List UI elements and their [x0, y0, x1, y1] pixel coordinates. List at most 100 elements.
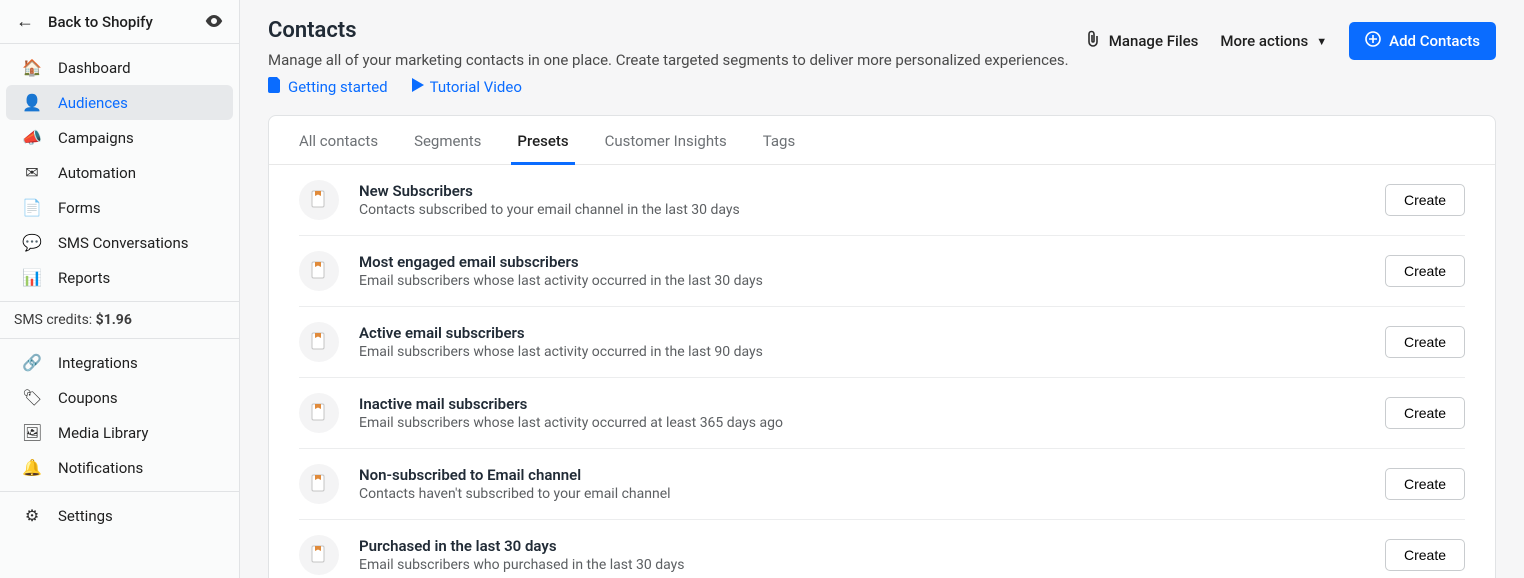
sidebar-item-label: SMS Conversations [58, 234, 188, 252]
preset-icon [299, 180, 339, 220]
preset-desc: Contacts subscribed to your email channe… [359, 202, 1365, 218]
preset-title: Purchased in the last 30 days [359, 537, 1365, 555]
tutorial-video-label: Tutorial Video [430, 78, 522, 96]
sidebar-item-coupons[interactable]: 🏷 Coupons [6, 380, 233, 415]
preset-text: Inactive mail subscribersEmail subscribe… [359, 395, 1365, 431]
tab-segments[interactable]: Segments [414, 116, 481, 164]
play-icon [412, 78, 424, 96]
preset-list: New Subscribers Contacts subscribed to yo… [269, 165, 1495, 578]
sms-credits: SMS credits: $1.96 [0, 301, 239, 339]
document-icon [268, 77, 282, 97]
getting-started-label: Getting started [288, 78, 388, 96]
media-library-icon: 🖼 [22, 423, 42, 442]
more-actions-label: More actions [1220, 32, 1308, 50]
getting-started-link[interactable]: Getting started [268, 77, 388, 97]
preset-desc: Email subscribers whose last activity oc… [359, 344, 1365, 360]
page-subtitle: Manage all of your marketing contacts in… [268, 51, 1069, 69]
preset-text: New Subscribers Contacts subscribed to yo… [359, 182, 1365, 218]
sidebar-item-label: Integrations [58, 354, 138, 372]
preset-row: New Subscribers Contacts subscribed to yo… [299, 165, 1465, 236]
preset-icon [299, 322, 339, 362]
sidebar-item-dashboard[interactable]: 🏠 Dashboard [6, 50, 233, 85]
sidebar-item-settings[interactable]: ⚙ Settings [6, 498, 233, 533]
chevron-down-icon: ▼ [1316, 35, 1327, 48]
sidebar: ← Back to Shopify 🏠 Dashboard 👤Audiences📣C… [0, 0, 240, 578]
main-content: Contacts Manage all of your marketing co… [240, 0, 1524, 578]
sidebar-item-label: Settings [58, 507, 113, 525]
attachment-icon [1085, 30, 1101, 52]
eye-icon [205, 12, 223, 31]
create-button[interactable]: Create [1385, 539, 1465, 571]
forms-icon: 📄 [22, 198, 42, 217]
manage-files-label: Manage Files [1109, 32, 1199, 50]
sidebar-item-label: Dashboard [58, 59, 131, 77]
more-actions-button[interactable]: More actions ▼ [1220, 32, 1327, 50]
preset-title: Active email subscribers [359, 324, 1365, 342]
preset-row: Purchased in the last 30 daysEmail subsc… [299, 520, 1465, 578]
add-contacts-button[interactable]: Add Contacts [1349, 22, 1496, 60]
settings-icon: ⚙ [22, 506, 42, 525]
sidebar-item-integrations[interactable]: 🔗 Integrations [6, 345, 233, 380]
add-contacts-label: Add Contacts [1389, 32, 1480, 50]
sidebar-item-label: Forms [58, 199, 101, 217]
preset-text: Active email subscribers Email subscriber… [359, 324, 1365, 360]
sidebar-item-forms[interactable]: 📄 Forms [6, 190, 233, 225]
preset-text: Non-subscribed to Email channelContacts … [359, 466, 1365, 502]
nav-primary: 🏠 Dashboard 👤Audiences📣Campaigns ✉ Automatio… [0, 44, 239, 301]
nav-secondary: 🔗 Integrations 🏷 Coupons 🖼 Media Library 🔔 Noti… [0, 339, 239, 492]
preset-title: Most engaged email subscribers [359, 253, 1365, 271]
back-to-shopify[interactable]: ← Back to Shopify [0, 0, 239, 44]
create-button[interactable]: Create [1385, 255, 1465, 287]
sidebar-item-label: Coupons [58, 389, 118, 407]
preset-icon [299, 535, 339, 575]
preset-row: Active email subscribers Email subscriber… [299, 307, 1465, 378]
preset-title: New Subscribers [359, 182, 1365, 200]
sidebar-item-media-library[interactable]: 🖼 Media Library [6, 415, 233, 450]
sidebar-item-label: Automation [58, 164, 136, 182]
arrow-left-icon: ← [16, 13, 34, 31]
contacts-panel: All contacts Segments Presets Customer Insi… [268, 115, 1496, 578]
preset-row: Most engaged email subscribersEmail subs… [299, 236, 1465, 307]
manage-files-button[interactable]: Manage Files [1085, 30, 1199, 52]
preset-row: Non-subscribed to Email channelContacts … [299, 449, 1465, 520]
sidebar-item-automation[interactable]: ✉ Automation [6, 155, 233, 190]
sidebar-item-notifications[interactable]: 🔔 Notifications [6, 450, 233, 485]
preset-row: Inactive mail subscribersEmail subscribe… [299, 378, 1465, 449]
create-button[interactable]: Create [1385, 468, 1465, 500]
coupons-icon: 🏷 [22, 388, 42, 407]
tab-tags[interactable]: Tags [763, 116, 795, 164]
preset-title: Non-subscribed to Email channel [359, 466, 1365, 484]
sidebar-item-label: Media Library [58, 424, 148, 442]
preset-desc: Email subscribers whose last activity oc… [359, 415, 1365, 431]
sidebar-item-label: Notifications [58, 459, 143, 477]
tab-presets[interactable]: Presets [517, 116, 568, 164]
notifications-icon: 🔔 [22, 458, 42, 477]
nav-bottom: ⚙ Settings [0, 492, 239, 539]
page-title: Contacts [268, 18, 1069, 43]
tutorial-video-link[interactable]: Tutorial Video [412, 77, 522, 97]
preset-icon [299, 393, 339, 433]
create-button[interactable]: Create [1385, 184, 1465, 216]
preset-text: Most engaged email subscribersEmail subs… [359, 253, 1365, 289]
sidebar-item-campaigns[interactable]: 📣Campaigns [6, 120, 233, 155]
tab-all-contacts[interactable]: All contacts [299, 116, 378, 164]
tabs: All contacts Segments Presets Customer Insi… [269, 116, 1495, 165]
automation-icon: ✉ [22, 163, 42, 182]
credits-value: $1.96 [92, 312, 132, 328]
create-button[interactable]: Create [1385, 326, 1465, 358]
reports-icon: 📊 [22, 268, 42, 287]
dashboard-icon: 🏠 [22, 58, 42, 77]
sidebar-item-reports[interactable]: 📊 Reports [6, 260, 233, 295]
sidebar-item-audiences[interactable]: 👤Audiences [6, 85, 233, 120]
preset-icon [299, 464, 339, 504]
integrations-icon: 🔗 [22, 353, 42, 372]
create-button[interactable]: Create [1385, 397, 1465, 429]
sidebar-item-sms-conversations[interactable]: 💬SMS Conversations [6, 225, 233, 260]
tab-customer-insights[interactable]: Customer Insights [605, 116, 727, 164]
sidebar-item-label: Reports [58, 269, 110, 287]
plus-circle-icon [1365, 31, 1381, 51]
preset-text: Purchased in the last 30 daysEmail subsc… [359, 537, 1365, 573]
sidebar-item-label: Campaigns [58, 129, 134, 147]
back-label: Back to Shopify [48, 13, 153, 31]
credits-label: SMS credits: [14, 312, 92, 328]
